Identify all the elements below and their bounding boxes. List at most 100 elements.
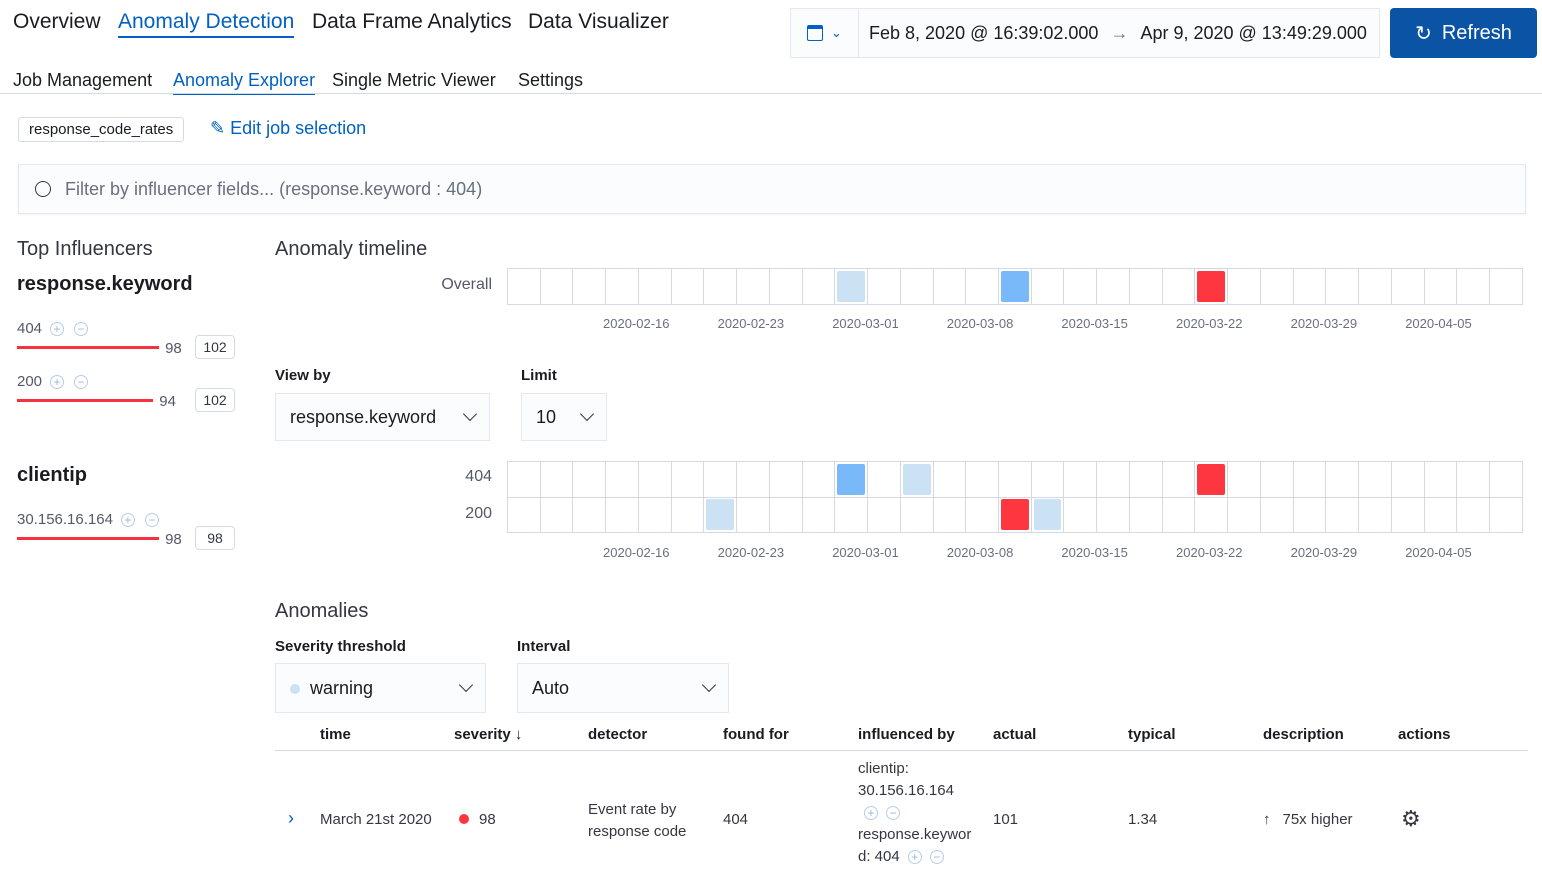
swimlane-cell[interactable] <box>1064 497 1098 532</box>
swimlane-cell[interactable] <box>1294 462 1327 497</box>
swimlane-cell[interactable] <box>672 269 705 304</box>
swimlane-cell[interactable] <box>1032 269 1065 304</box>
add-filter-icon[interactable]: + <box>120 513 135 528</box>
column-typical[interactable]: typical <box>1128 726 1176 743</box>
swimlane-cell[interactable] <box>606 497 639 532</box>
swimlane-cell[interactable] <box>1425 497 1458 532</box>
swimlane-cell[interactable] <box>835 269 869 304</box>
swimlane-cell[interactable] <box>1163 462 1196 497</box>
swimlane-cell[interactable] <box>1294 497 1327 532</box>
add-filter-icon[interactable]: + <box>50 375 65 390</box>
swimlane-cell[interactable] <box>1130 497 1163 532</box>
column-time[interactable]: time <box>320 726 351 743</box>
anomaly-cell-low[interactable] <box>837 271 866 302</box>
column-severity[interactable]: severity ↓ <box>454 726 522 743</box>
swimlane-cell[interactable] <box>1261 269 1294 304</box>
swimlane-cell[interactable] <box>1294 269 1327 304</box>
swimlane-cell[interactable] <box>1261 462 1294 497</box>
swimlane-cell[interactable] <box>606 269 639 304</box>
swimlane-cell[interactable] <box>541 269 574 304</box>
swimlane-cell[interactable] <box>508 462 541 497</box>
swimlane-cell[interactable] <box>1130 269 1163 304</box>
swimlane-cell[interactable] <box>770 269 803 304</box>
column-description[interactable]: description <box>1263 726 1344 743</box>
expand-row-icon[interactable]: › <box>288 808 294 829</box>
swimlane-cell[interactable] <box>999 497 1032 532</box>
swimlane-cell[interactable] <box>1457 269 1491 304</box>
swimlane-cell[interactable] <box>901 462 934 497</box>
swimlane-cell[interactable] <box>1195 497 1229 532</box>
tab-settings[interactable]: Settings <box>518 70 583 91</box>
swimlane-row-404[interactable] <box>507 461 1523 498</box>
swimlane-cell[interactable] <box>1064 269 1098 304</box>
swimlane-cell[interactable] <box>1130 462 1163 497</box>
swimlane-cell[interactable] <box>966 462 1000 497</box>
swimlane-cell[interactable] <box>901 497 934 532</box>
swimlane-cell[interactable] <box>1097 269 1130 304</box>
tab-single-metric-viewer[interactable]: Single Metric Viewer <box>332 70 496 91</box>
anomaly-cell-low[interactable] <box>706 499 735 530</box>
anomaly-cell-high[interactable] <box>1197 464 1226 495</box>
swimlane-cell[interactable] <box>803 462 836 497</box>
swimlane-cell[interactable] <box>1195 462 1229 497</box>
tab-data-frame-analytics[interactable]: Data Frame Analytics <box>312 10 512 34</box>
swimlane-cell[interactable] <box>1064 462 1098 497</box>
swimlane-cell[interactable] <box>541 497 574 532</box>
swimlane-cell[interactable] <box>1326 462 1360 497</box>
remove-filter-icon[interactable]: − <box>74 322 89 337</box>
swimlane-cell[interactable] <box>737 462 770 497</box>
column-detector[interactable]: detector <box>588 726 647 743</box>
swimlane-cell[interactable] <box>639 497 672 532</box>
swimlane-cell[interactable] <box>1228 269 1261 304</box>
swimlane-cell[interactable] <box>770 497 803 532</box>
influencer-value[interactable]: 30.156.16.164 <box>17 511 113 528</box>
swimlane-row-200[interactable] <box>507 497 1523 533</box>
swimlane-cell[interactable] <box>868 497 901 532</box>
tab-overview[interactable]: Overview <box>13 10 101 34</box>
swimlane-cell[interactable] <box>934 462 967 497</box>
limit-select[interactable]: 10 <box>521 393 607 441</box>
severity-threshold-select[interactable]: warning <box>275 663 486 713</box>
swimlane-cell[interactable] <box>704 269 738 304</box>
swimlane-cell[interactable] <box>737 497 770 532</box>
swimlane-cell[interactable] <box>508 497 541 532</box>
anomaly-cell-high[interactable] <box>1001 499 1029 530</box>
swimlane-cell[interactable] <box>1457 497 1491 532</box>
swimlane-cell[interactable] <box>1359 497 1392 532</box>
column-influenced-by[interactable]: influenced by <box>858 726 955 743</box>
swimlane-cell[interactable] <box>770 462 803 497</box>
add-filter-icon[interactable]: + <box>864 806 878 821</box>
tab-data-visualizer[interactable]: Data Visualizer <box>528 10 669 34</box>
add-filter-icon[interactable]: + <box>50 322 65 337</box>
swimlane-cell[interactable] <box>1392 462 1425 497</box>
swimlane-cell[interactable] <box>508 269 541 304</box>
remove-filter-icon[interactable]: − <box>144 513 159 528</box>
end-date[interactable]: Apr 9, 2020 @ 13:49:29.000 <box>1140 23 1366 44</box>
swimlane-cell[interactable] <box>1097 497 1130 532</box>
swimlane-cell[interactable] <box>541 462 574 497</box>
swimlane-cell[interactable] <box>966 269 1000 304</box>
swimlane-cell[interactable] <box>1163 497 1196 532</box>
swimlane-cell[interactable] <box>1326 269 1360 304</box>
swimlane-cell[interactable] <box>803 497 836 532</box>
swimlane-cell[interactable] <box>1261 497 1294 532</box>
swimlane-cell[interactable] <box>573 462 607 497</box>
swimlane-cell[interactable] <box>1097 462 1130 497</box>
anomaly-cell-mid[interactable] <box>1001 271 1029 302</box>
date-picker[interactable]: ⌄ Feb 8, 2020 @ 16:39:02.000 → Apr 9, 20… <box>790 8 1380 58</box>
add-filter-icon[interactable]: + <box>907 850 922 865</box>
swimlane-cell[interactable] <box>1359 462 1392 497</box>
swimlane-cell[interactable] <box>934 497 967 532</box>
swimlane-cell[interactable] <box>1392 269 1425 304</box>
influencer-value[interactable]: 200 <box>17 373 42 390</box>
swimlane-cell[interactable] <box>639 269 672 304</box>
swimlane-cell[interactable] <box>606 462 639 497</box>
swimlane-cell[interactable] <box>704 497 738 532</box>
swimlane-cell[interactable] <box>672 462 705 497</box>
remove-filter-icon[interactable]: − <box>886 806 900 821</box>
swimlane-cell[interactable] <box>1163 269 1196 304</box>
swimlane-cell[interactable] <box>1425 462 1458 497</box>
swimlane-cell[interactable] <box>639 462 672 497</box>
swimlane-cell[interactable] <box>999 462 1032 497</box>
swimlane-cell[interactable] <box>1032 462 1065 497</box>
